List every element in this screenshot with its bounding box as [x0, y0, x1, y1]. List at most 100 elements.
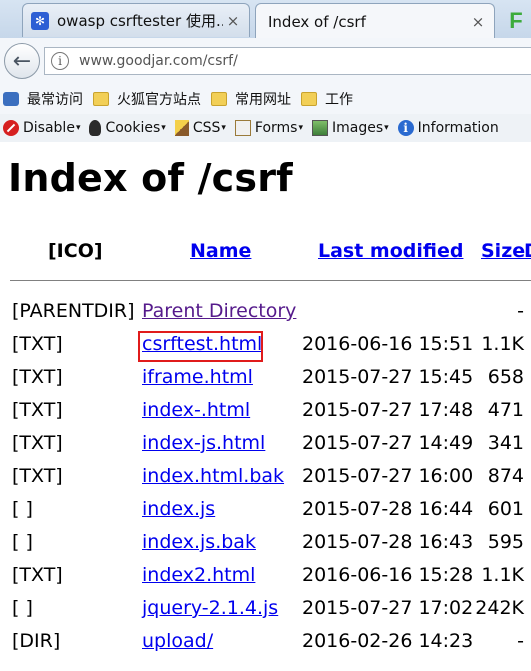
modified-date: 2015-07-28 16:44 [302, 498, 474, 520]
menu-label: CSS [192, 120, 221, 136]
table-row: [DIR] upload/ 2016-02-26 14:23 - [0, 630, 531, 660]
menu-label: Disable [23, 120, 75, 136]
file-link[interactable]: index.js [142, 498, 215, 520]
modified-date: 2016-02-26 14:23 [302, 630, 474, 652]
file-size: 595 [487, 531, 524, 553]
dropdown-caret-icon: ▾ [161, 123, 166, 133]
folder-icon [211, 92, 227, 106]
table-row: [ ] index.js.bak 2015-07-28 16:43 595 [0, 531, 531, 561]
table-row: [TXT] index-js.html 2015-07-27 14:49 341 [0, 432, 531, 462]
bookmarks-toolbar: 最常访问 火狐官方站点 常用网址 工作 [0, 84, 531, 114]
parent-directory-link[interactable]: Parent Directory [142, 300, 296, 322]
file-size: 1.1K [481, 564, 524, 586]
file-size: 1.1K [481, 333, 524, 355]
menu-label: Images [332, 120, 384, 136]
file-size: 874 [487, 465, 524, 487]
bookmark-label: 火狐官方站点 [117, 92, 201, 108]
file-type-label: [DIR] [12, 630, 61, 652]
file-type-label: [ ] [12, 531, 33, 553]
menu-label: Cookies [105, 120, 161, 136]
sort-by-name-link[interactable]: Name [190, 240, 251, 262]
bookmark-work[interactable]: 工作 [301, 89, 353, 109]
cookies-menu[interactable]: Cookies ▾ [89, 120, 166, 136]
images-picture-icon [312, 120, 328, 136]
file-size: - [517, 630, 524, 652]
most-visited-icon [3, 92, 19, 106]
extension-f-icon[interactable]: F [501, 6, 531, 36]
file-link[interactable]: index.html.bak [142, 465, 284, 487]
back-arrow-icon: ← [12, 48, 32, 74]
column-header-last-modified[interactable]: Last modified [318, 240, 463, 262]
tab-index-of-csrf[interactable]: Index of /csrf × [255, 3, 495, 39]
file-type-label: [TXT] [12, 333, 63, 355]
information-icon: i [397, 120, 414, 136]
column-header-name[interactable]: Name [190, 240, 251, 262]
table-row: [TXT] csrftest.html 2016-06-16 15:51 1.1… [0, 333, 531, 363]
navigation-bar: ← i www.goodjar.com/csrf/ [0, 38, 531, 84]
column-header-size[interactable]: Size [481, 240, 525, 262]
page-title: Index of /csrf [8, 156, 293, 200]
modified-date: 2016-06-16 15:51 [302, 333, 474, 355]
dropdown-caret-icon: ▾ [298, 123, 303, 133]
address-bar[interactable]: i www.goodjar.com/csrf/ [44, 47, 531, 75]
bookmark-firefox-site[interactable]: 火狐官方站点 [93, 89, 201, 109]
table-row: [TXT] index.html.bak 2015-07-27 16:00 87… [0, 465, 531, 495]
file-link[interactable]: index-.html [142, 399, 250, 421]
disable-icon [3, 120, 19, 136]
modified-date: 2015-07-27 14:49 [302, 432, 474, 454]
tab-title: Index of /csrf [268, 12, 366, 31]
modified-date: 2015-07-28 16:43 [302, 531, 474, 553]
file-link[interactable]: index.js.bak [142, 531, 256, 553]
file-type-label: [ ] [12, 498, 33, 520]
modified-date: 2015-07-27 15:45 [302, 366, 474, 388]
sort-by-size-link[interactable]: Size [481, 240, 525, 262]
file-size: - [517, 300, 524, 322]
images-menu[interactable]: Images ▾ [312, 120, 389, 136]
css-pencil-icon [174, 120, 189, 136]
disable-menu[interactable]: Disable ▾ [0, 120, 80, 136]
tab-strip: ✻ owasp csrftester 使用... × Index of /csr… [0, 0, 531, 39]
forms-clipboard-icon [234, 120, 251, 136]
close-tab-icon[interactable]: × [468, 13, 488, 31]
tab-owasp-csrftester[interactable]: ✻ owasp csrftester 使用... × [22, 3, 250, 37]
file-size: 658 [487, 366, 524, 388]
table-row: [PARENTDIR] Parent Directory - [0, 300, 531, 330]
file-type-label: [TXT] [12, 465, 63, 487]
directory-link[interactable]: upload/ [142, 630, 213, 652]
file-type-label: [TXT] [12, 366, 63, 388]
file-type-label: [TXT] [12, 399, 63, 421]
sort-by-description-link[interactable]: D [524, 240, 531, 262]
bookmark-label: 常用网址 [235, 92, 291, 108]
bookmark-most-visited[interactable]: 最常访问 [0, 89, 83, 109]
table-row: [ ] jquery-2.1.4.js 2015-07-27 17:02 242… [0, 597, 531, 627]
file-size: 242K [475, 597, 524, 619]
file-link[interactable]: index2.html [142, 564, 255, 586]
information-menu[interactable]: i Information [397, 120, 499, 136]
sort-by-modified-link[interactable]: Last modified [318, 240, 463, 262]
cookies-icon [89, 120, 102, 136]
file-size: 341 [487, 432, 524, 454]
site-info-icon[interactable]: i [51, 52, 69, 70]
modified-date: 2015-07-27 16:00 [302, 465, 474, 487]
back-button[interactable]: ← [4, 43, 40, 79]
baidu-paw-icon: ✻ [31, 11, 49, 30]
modified-date: 2016-06-16 15:28 [302, 564, 474, 586]
bookmark-label: 最常访问 [27, 92, 83, 108]
column-header-description[interactable]: D [524, 240, 531, 262]
bookmark-common-urls[interactable]: 常用网址 [211, 89, 291, 109]
close-tab-icon[interactable]: × [223, 12, 243, 30]
address-url: www.goodjar.com/csrf/ [79, 53, 238, 69]
file-link[interactable]: csrftest.html [142, 333, 262, 355]
table-row: [ ] index.js 2015-07-28 16:44 601 [0, 498, 531, 528]
table-row: [TXT] index-.html 2015-07-27 17:48 471 [0, 399, 531, 429]
menu-label: Information [417, 120, 499, 136]
header-divider [10, 280, 531, 281]
forms-menu[interactable]: Forms ▾ [234, 120, 303, 136]
table-row: [TXT] iframe.html 2015-07-27 15:45 658 [0, 366, 531, 396]
file-type-label: [ ] [12, 597, 33, 619]
file-link[interactable]: iframe.html [142, 366, 253, 388]
file-link[interactable]: index-js.html [142, 432, 265, 454]
file-link[interactable]: jquery-2.1.4.js [142, 597, 278, 619]
tab-title: owasp csrftester 使用... [57, 12, 223, 30]
css-menu[interactable]: CSS ▾ [174, 120, 226, 136]
